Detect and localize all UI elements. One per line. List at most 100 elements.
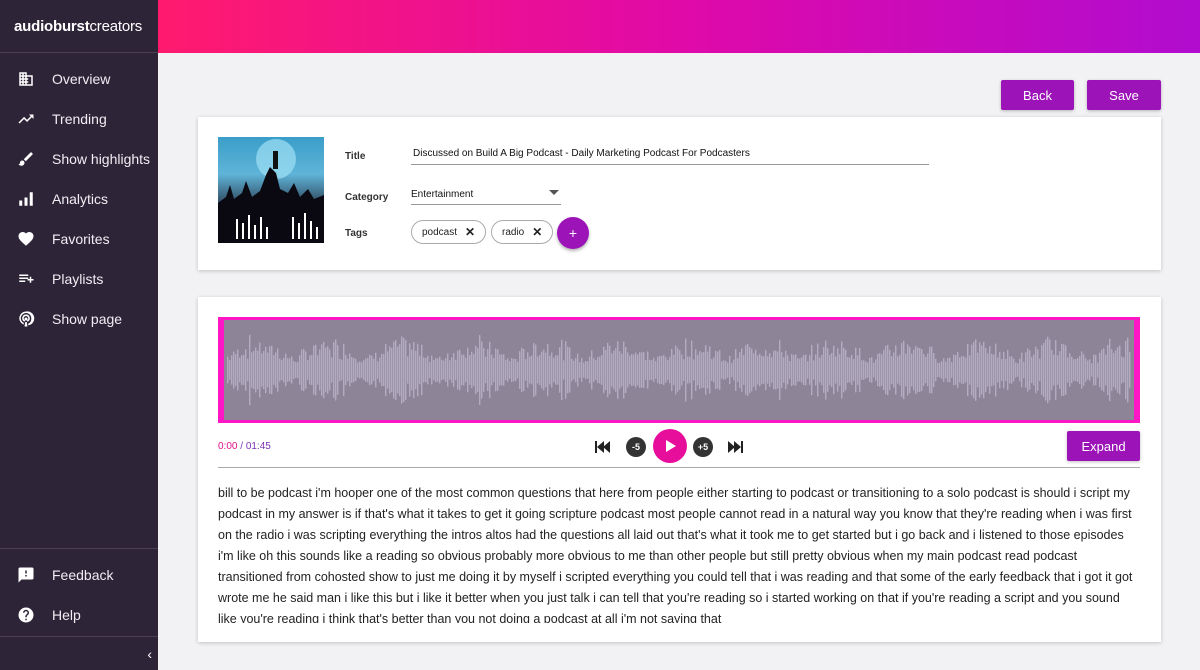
waveform-bar xyxy=(711,359,713,381)
waveform-bar xyxy=(821,354,823,386)
waveform-bar xyxy=(599,356,601,384)
sidebar-item-label: Show page xyxy=(52,311,123,327)
waveform-bar xyxy=(1001,358,1003,382)
plus-icon: + xyxy=(568,225,578,241)
collapse-sidebar-button[interactable]: ‹ xyxy=(0,636,158,670)
sidebar-item-feedback[interactable]: Feedback xyxy=(0,555,158,595)
waveform-bar xyxy=(231,355,233,385)
waveform-bar xyxy=(705,345,707,395)
waveform-bar xyxy=(253,350,255,390)
waveform-bar xyxy=(267,352,269,388)
waveform-bar xyxy=(465,357,467,383)
title-label: Title xyxy=(345,151,366,162)
waveform-bar xyxy=(565,341,567,399)
play-button[interactable] xyxy=(653,429,687,463)
waveform-bar xyxy=(569,347,571,393)
waveform-bar xyxy=(361,362,363,378)
concert-image xyxy=(218,139,324,243)
waveform-bar xyxy=(259,342,261,398)
waveform-bar xyxy=(451,357,453,383)
forward-5-button[interactable]: +5 xyxy=(693,437,713,457)
save-button[interactable]: Save xyxy=(1087,80,1161,110)
back-button[interactable]: Back xyxy=(1001,80,1074,110)
waveform-bar xyxy=(387,351,389,389)
waveform-bar xyxy=(621,353,623,387)
waveform-bar xyxy=(867,362,869,378)
waveform-bar xyxy=(677,348,679,392)
rewind-5-button[interactable]: -5 xyxy=(626,437,646,457)
waveform-bar xyxy=(257,350,259,390)
waveform-bar xyxy=(575,357,577,383)
waveform-bar xyxy=(515,358,517,382)
waveform-bar xyxy=(469,355,471,385)
waveform-bar xyxy=(881,354,883,386)
waveform-bar xyxy=(553,357,555,383)
waveform-bar xyxy=(585,361,587,379)
skip-previous-button[interactable] xyxy=(594,438,612,456)
brand-logo[interactable]: audioburst creators xyxy=(0,0,158,53)
waveform-bar xyxy=(1083,354,1085,386)
sidebar-bottom-nav: Feedback Help xyxy=(0,548,158,635)
waveform-bar xyxy=(367,357,369,383)
title-field[interactable]: Discussed on Build A Big Podcast - Daily… xyxy=(413,148,750,159)
waveform-bar xyxy=(481,341,483,399)
waveform-bar xyxy=(303,348,305,392)
waveform-bar xyxy=(273,355,275,385)
waveform-bar xyxy=(635,352,637,388)
waveform-bar xyxy=(943,358,945,382)
waveform-bar xyxy=(511,357,513,383)
waveform-bar xyxy=(357,362,359,378)
skip-next-button[interactable] xyxy=(726,438,744,456)
waveform-bar xyxy=(799,358,801,382)
waveform-bar xyxy=(805,354,807,386)
sidebar-item-trending[interactable]: Trending xyxy=(0,99,158,139)
sidebar-nav: Overview Trending Show highlights Analyt… xyxy=(0,53,158,339)
waveform-bar xyxy=(315,344,317,396)
waveform-bar xyxy=(901,342,903,398)
waveform[interactable] xyxy=(218,317,1140,423)
waveform-bar xyxy=(505,359,507,381)
waveform-bar xyxy=(493,357,495,383)
close-icon[interactable]: ✕ xyxy=(465,225,475,239)
add-tag-button[interactable]: + xyxy=(557,217,589,249)
waveform-bar xyxy=(321,344,323,396)
waveform-bar xyxy=(237,349,239,391)
waveform-bar xyxy=(1025,352,1027,388)
waveform-bar xyxy=(551,352,553,388)
waveform-bar xyxy=(689,356,691,384)
waveform-bar xyxy=(449,360,451,380)
trending-icon xyxy=(16,109,36,129)
sidebar-item-show-highlights[interactable]: Show highlights xyxy=(0,139,158,179)
waveform-bar xyxy=(1023,361,1025,379)
waveform-bar xyxy=(925,356,927,384)
waveform-bar xyxy=(1125,340,1127,400)
waveform-bar xyxy=(739,352,741,388)
waveform-bar xyxy=(761,355,763,385)
waveform-bar xyxy=(563,360,565,380)
close-icon[interactable]: ✕ xyxy=(532,225,542,239)
waveform-bar xyxy=(735,349,737,391)
expand-button[interactable]: Expand xyxy=(1067,431,1140,461)
sidebar-item-show-page[interactable]: Show page xyxy=(0,299,158,339)
chevron-down-icon[interactable] xyxy=(549,190,559,195)
waveform-bar xyxy=(827,348,829,392)
waveform-bar xyxy=(929,346,931,394)
sidebar-item-overview[interactable]: Overview xyxy=(0,59,158,99)
waveform-bar xyxy=(631,354,633,386)
waveform-bar xyxy=(839,354,841,386)
waveform-bar xyxy=(567,346,569,394)
sidebar-item-analytics[interactable]: Analytics xyxy=(0,179,158,219)
waveform-bar xyxy=(1117,347,1119,393)
waveform-bar xyxy=(291,356,293,384)
waveform-bar xyxy=(379,357,381,383)
waveform-bar xyxy=(833,345,835,395)
category-select[interactable]: Entertainment xyxy=(411,189,473,200)
waveform-bar xyxy=(813,360,815,380)
sidebar-item-help[interactable]: Help xyxy=(0,595,158,635)
skip-next-icon xyxy=(728,441,743,453)
sidebar-item-playlists[interactable]: Playlists xyxy=(0,259,158,299)
sidebar-item-favorites[interactable]: Favorites xyxy=(0,219,158,259)
chevron-left-icon: ‹ xyxy=(147,645,152,662)
waveform-bar xyxy=(927,353,929,387)
waveform-bar xyxy=(843,347,845,393)
